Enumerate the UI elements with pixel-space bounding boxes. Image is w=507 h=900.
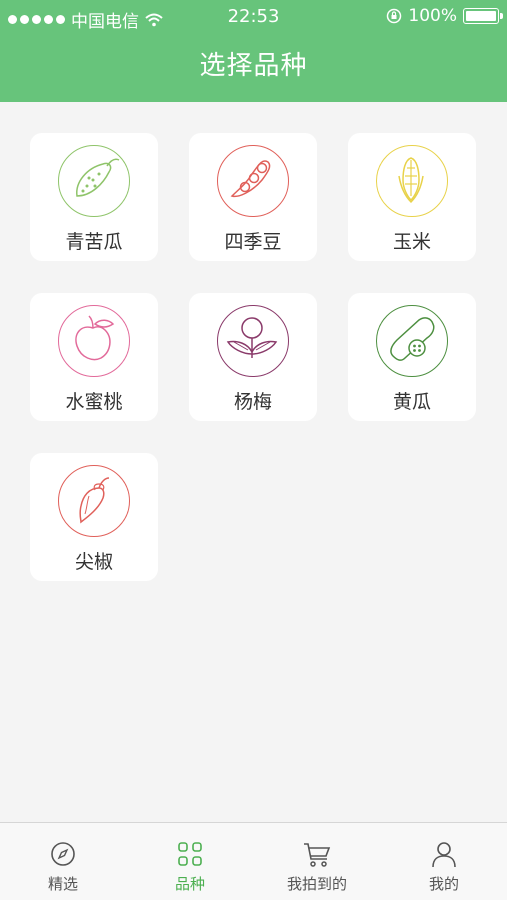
variety-label: 尖椒 xyxy=(74,551,113,573)
chili-pepper-icon xyxy=(79,477,110,524)
tab-label: 品种 xyxy=(174,875,205,893)
nav-bar: 选择品种 xyxy=(0,34,507,102)
variety-label: 四季豆 xyxy=(224,231,282,253)
tab-label: 我拍到的 xyxy=(286,875,347,893)
compass-icon xyxy=(51,842,75,866)
variety-label: 玉米 xyxy=(392,231,431,253)
variety-card-corn[interactable]: 玉米 xyxy=(348,133,476,261)
variety-icon-circle xyxy=(217,305,289,377)
battery-percent: 100% xyxy=(408,6,457,26)
variety-icon-circle xyxy=(58,145,130,217)
status-right: 100% xyxy=(386,6,503,26)
tab-label: 精选 xyxy=(47,875,78,893)
variety-label: 杨梅 xyxy=(233,391,272,413)
tab-bar: 精选 品种 我拍到的 我的 xyxy=(0,822,507,900)
tab-varieties[interactable]: 品种 xyxy=(127,823,253,900)
cart-icon xyxy=(304,843,331,867)
variety-label: 青苦瓜 xyxy=(65,231,123,253)
status-bar: 中国电信 22:53 100% xyxy=(0,0,507,34)
variety-card-chili-pepper[interactable]: 尖椒 xyxy=(30,453,158,581)
variety-icon-circle xyxy=(217,145,289,217)
corn-icon xyxy=(398,157,424,204)
variety-card-bean[interactable]: 四季豆 xyxy=(189,133,317,261)
variety-icon-circle xyxy=(58,305,130,377)
cucumber-icon xyxy=(390,317,435,361)
tab-label: 我的 xyxy=(428,875,459,893)
page-title: 选择品种 xyxy=(199,51,308,81)
bayberry-icon xyxy=(226,317,278,358)
variety-label: 黄瓜 xyxy=(392,391,431,413)
variety-card-bitter-melon[interactable]: 青苦瓜 xyxy=(30,133,158,261)
variety-card-peach[interactable]: 水蜜桃 xyxy=(30,293,158,421)
peach-icon xyxy=(75,315,115,361)
tab-my-shots[interactable]: 我拍到的 xyxy=(254,823,380,900)
variety-icon-circle xyxy=(376,145,448,217)
variety-label: 水蜜桃 xyxy=(65,391,123,413)
battery-icon xyxy=(463,8,503,24)
tab-featured[interactable]: 精选 xyxy=(0,823,126,900)
bitter-melon-icon xyxy=(76,158,120,197)
user-icon xyxy=(432,842,456,868)
rotation-lock-icon xyxy=(387,8,402,24)
grid-icon xyxy=(178,842,202,866)
variety-icon-circle xyxy=(376,305,448,377)
tab-me[interactable]: 我的 xyxy=(381,823,507,900)
variety-card-bayberry[interactable]: 杨梅 xyxy=(189,293,317,421)
variety-icon-circle xyxy=(58,465,130,537)
bean-icon xyxy=(230,160,271,198)
variety-card-cucumber[interactable]: 黄瓜 xyxy=(348,293,476,421)
